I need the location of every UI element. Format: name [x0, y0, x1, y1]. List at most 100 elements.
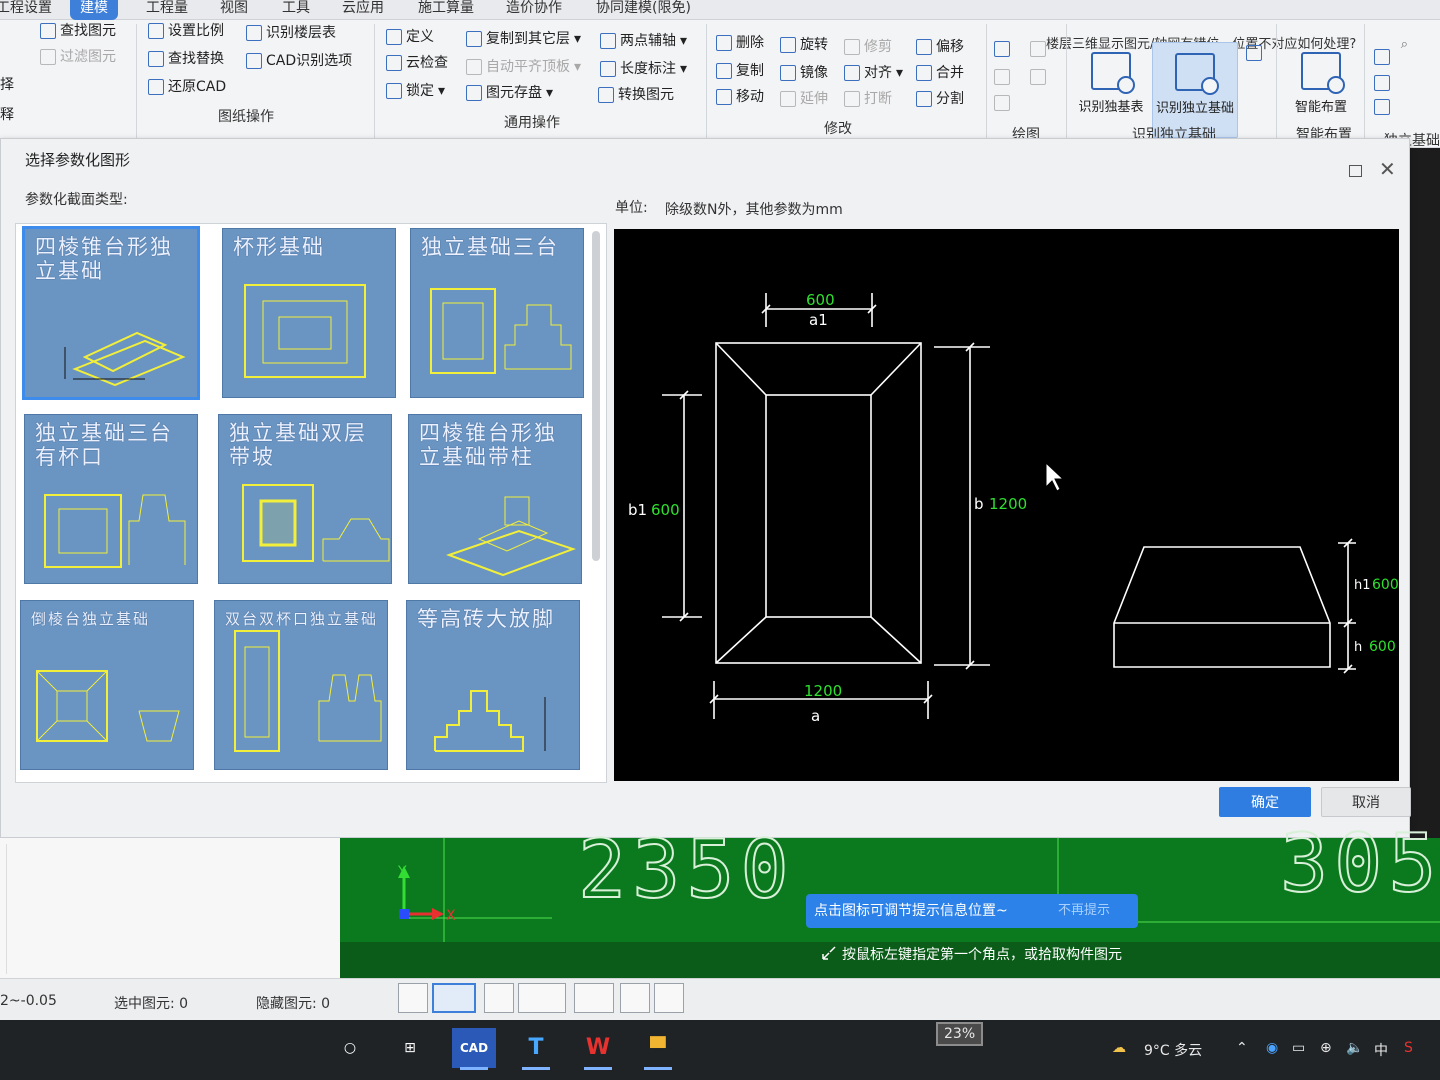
- shape-diagram: [234, 630, 382, 752]
- arc-snap-button[interactable]: [654, 983, 684, 1013]
- file-explorer-icon[interactable]: ▀: [636, 1028, 680, 1070]
- cad-app-icon[interactable]: CAD: [452, 1028, 496, 1070]
- convert-element-button[interactable]: 转换图元: [598, 84, 674, 106]
- length-dimension-button[interactable]: 长度标注 ▾: [600, 58, 687, 80]
- ortho-snap-button[interactable]: [398, 983, 428, 1013]
- save-elements-icon: [466, 85, 482, 101]
- restore-cad-button[interactable]: 还原CAD: [148, 76, 226, 98]
- close-icon[interactable]: ✕: [1379, 157, 1396, 181]
- dismiss-hint-link[interactable]: 不再提示: [1058, 894, 1110, 928]
- merge-button[interactable]: 合并: [916, 62, 964, 84]
- select-mode-button[interactable]: [432, 983, 476, 1013]
- status-bar: 2~-0.05 选中图元: 0 隐藏图元: 0: [0, 978, 1440, 1020]
- cross-select-button[interactable]: [484, 983, 514, 1013]
- tab-cost-collab[interactable]: 造价协作: [506, 0, 562, 20]
- shape-option-pyramid-footing-with-column[interactable]: 四棱锥台形独立基础带柱: [408, 414, 582, 584]
- split-button[interactable]: 分割: [916, 88, 964, 110]
- antivirus-icon[interactable]: S: [1404, 1040, 1413, 1056]
- hint-tooltip[interactable]: 点击图标可调节提示信息位置~ 不再提示: [806, 894, 1138, 928]
- merge-icon: [916, 65, 932, 81]
- shape-option-two-layer-sloped-footing[interactable]: 独立基础双层带坡: [218, 414, 392, 584]
- tray-expand-icon[interactable]: ⌃: [1236, 1040, 1248, 1056]
- ribbon-partial-left-1[interactable]: 择: [0, 74, 14, 96]
- shape-option-inverted-pyramid-footing[interactable]: 倒棱台独立基础: [20, 600, 194, 770]
- set-scale-button[interactable]: 设置比例: [148, 20, 224, 42]
- tab-quantity[interactable]: 工程量: [146, 0, 188, 20]
- define-button[interactable]: 定义: [386, 26, 434, 48]
- auto-align-slab-button[interactable]: 自动平齐顶板 ▾: [466, 56, 581, 78]
- dimension-icon: [600, 61, 616, 77]
- convert-icon: [598, 87, 614, 103]
- break-button[interactable]: 打断: [844, 88, 892, 110]
- draw-point-button[interactable]: [994, 38, 1010, 60]
- menu-tab-bar: 工程设置 建模 工程量 视图 工具 云应用 施工算量 造价协作 协同建模(限免): [0, 0, 1440, 20]
- tab-project-settings[interactable]: 工程设置: [0, 0, 52, 20]
- lock-button[interactable]: 锁定 ▾: [386, 80, 445, 102]
- display-toggle-button[interactable]: [620, 983, 650, 1013]
- weather-text[interactable]: 9°C 多云: [1144, 1040, 1202, 1060]
- gallery-scrollbar[interactable]: [592, 231, 600, 561]
- unit-description: 除级数N外，其他参数为mm: [665, 202, 843, 218]
- tab-cloud[interactable]: 云应用: [342, 0, 384, 20]
- foundation-tool-1[interactable]: [1374, 46, 1390, 68]
- elevation-range: 2~-0.05: [0, 993, 57, 1009]
- move-button[interactable]: 移动: [716, 86, 764, 108]
- two-point-axis-button[interactable]: 两点辅轴 ▾: [600, 30, 687, 52]
- input-method-icon[interactable]: 中: [1374, 1040, 1388, 1060]
- shape-option-double-cup-footing[interactable]: 双台双杯口独立基础: [214, 600, 388, 770]
- align-button[interactable]: 对齐 ▾: [844, 62, 903, 84]
- rotate-button[interactable]: 旋转: [780, 34, 828, 56]
- tab-construction-quantity[interactable]: 施工算量: [418, 0, 474, 20]
- recognize-floor-table-button[interactable]: 识别楼层表: [246, 22, 336, 44]
- volume-icon[interactable]: 🔈: [1346, 1040, 1363, 1056]
- shape-option-brick-step-footing[interactable]: 等高砖大放脚: [406, 600, 580, 770]
- draw-line-button[interactable]: [994, 66, 1010, 88]
- battery-indicator[interactable]: 23%: [936, 1022, 984, 1046]
- shape-option-pyramid-footing[interactable]: 四棱锥台形独立基础: [22, 226, 200, 400]
- copy-button[interactable]: 复制: [716, 60, 764, 82]
- group-label-drawing-ops[interactable]: 图纸操作: [218, 106, 274, 126]
- search-taskbar-icon[interactable]: ○: [328, 1028, 372, 1068]
- tray-app-icon[interactable]: ◉: [1266, 1040, 1278, 1056]
- find-replace-button[interactable]: 查找替换: [148, 48, 224, 70]
- group-label-modify[interactable]: 修改: [824, 118, 852, 138]
- tab-modeling[interactable]: 建模: [70, 0, 118, 20]
- wps-app-icon[interactable]: W: [576, 1028, 620, 1070]
- delete-button[interactable]: 删除: [716, 32, 764, 54]
- recognize-extra-button[interactable]: [1246, 42, 1262, 64]
- draw-rect-button[interactable]: [1030, 66, 1046, 88]
- tool-icon: [1374, 75, 1390, 91]
- tab-view[interactable]: 视图: [220, 0, 248, 20]
- maximize-icon[interactable]: [1349, 165, 1362, 177]
- network-icon[interactable]: ⊕: [1320, 1040, 1332, 1056]
- dynamic-input-button[interactable]: [574, 983, 614, 1013]
- cloud-check-button[interactable]: 云检查: [386, 52, 448, 74]
- draw-circle-button[interactable]: [1030, 38, 1046, 60]
- copy-to-other-floor-button[interactable]: 复制到其它层 ▾: [466, 28, 581, 50]
- trim-button[interactable]: 修剪: [844, 36, 892, 58]
- offset-button[interactable]: 偏移: [916, 36, 964, 58]
- shape-option-three-step-cup-footing[interactable]: 独立基础三台有杯口: [24, 414, 198, 584]
- filter-element-button[interactable]: 过滤图元: [40, 46, 116, 68]
- find-element-button[interactable]: 查找图元: [40, 20, 116, 42]
- cancel-button[interactable]: 取消: [1321, 787, 1411, 817]
- cad-recognition-options-button[interactable]: CAD识别选项: [246, 50, 352, 72]
- tray-device-icon[interactable]: ▭: [1292, 1040, 1305, 1056]
- ok-button[interactable]: 确定: [1219, 787, 1311, 817]
- task-view-icon[interactable]: ⊞: [388, 1028, 432, 1068]
- ribbon-partial-left-2[interactable]: 释: [0, 104, 14, 126]
- extend-button[interactable]: 延伸: [780, 88, 828, 110]
- foundation-tool-3[interactable]: [1374, 96, 1390, 118]
- save-elements-button[interactable]: 图元存盘 ▾: [466, 82, 553, 104]
- angle-snap-button[interactable]: [518, 983, 566, 1013]
- draw-arc-button[interactable]: [994, 92, 1010, 114]
- mirror-button[interactable]: 镜像: [780, 62, 828, 84]
- shape-option-cup-footing[interactable]: 杯形基础: [222, 228, 396, 398]
- foundation-tool-2[interactable]: [1374, 72, 1390, 94]
- h-label: h: [1354, 640, 1362, 655]
- t-app-icon[interactable]: T: [514, 1028, 558, 1070]
- tab-collab-modeling[interactable]: 协同建模(限免): [596, 0, 691, 20]
- shape-option-three-step-footing[interactable]: 独立基础三台: [410, 228, 584, 398]
- tab-tools[interactable]: 工具: [282, 0, 310, 20]
- group-label-general-ops[interactable]: 通用操作: [504, 112, 560, 132]
